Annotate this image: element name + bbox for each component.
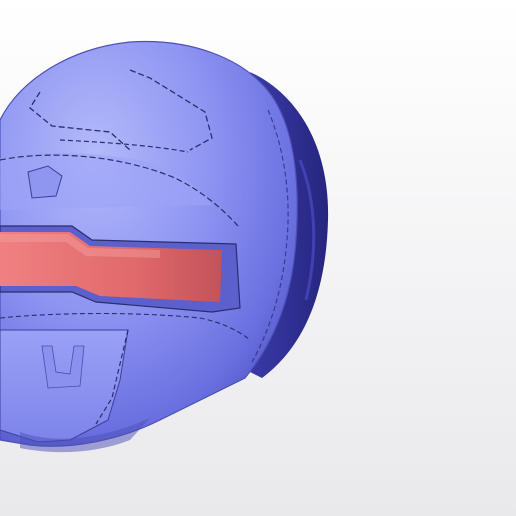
model-viewport[interactable] [0, 0, 516, 516]
helmet-render [0, 0, 516, 516]
